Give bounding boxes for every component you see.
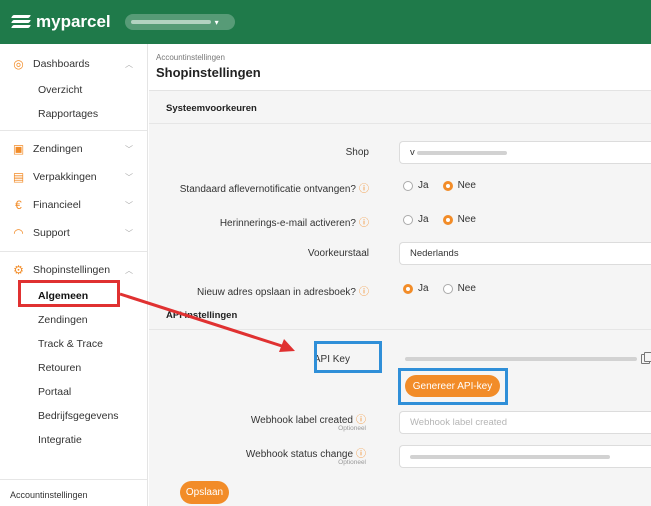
notification-label: Standaard aflevernotificatie ontvangen? ⓘ — [179, 184, 369, 195]
api-key-highlight — [314, 341, 382, 373]
main-content: Accountinstellingen Shopinstellingen Sys… — [149, 44, 651, 506]
page-title: Shopinstellingen — [156, 65, 261, 80]
generate-api-key-highlight — [398, 368, 508, 405]
shop-selector-value — [130, 20, 211, 24]
api-key-value[interactable] — [405, 352, 651, 364]
sidebar-item-retouren[interactable]: Retouren — [0, 356, 147, 380]
webhook-created-input[interactable] — [399, 411, 651, 434]
sidebar-item-rapportages[interactable]: Rapportages — [0, 102, 147, 126]
headset-icon: ◠ — [13, 225, 24, 240]
webhook-created-optional: Optioneel — [338, 425, 366, 432]
logo[interactable]: myparcel — [10, 12, 111, 32]
chevron-up-icon: ︿ — [125, 59, 133, 69]
notification-yes-radio[interactable]: Ja — [403, 180, 429, 191]
shop-selector[interactable]: ▾ — [124, 14, 235, 30]
language-select-value: Nederlands — [410, 248, 459, 259]
reminder-yes-radio[interactable]: Ja — [403, 214, 429, 225]
package-icon: ▤ — [12, 169, 25, 184]
info-icon[interactable]: ⓘ — [359, 218, 369, 229]
sidebar: ◎ Dashboards ︿ Overzicht Rapportages ▣ Z… — [0, 44, 148, 506]
chevron-down-icon: ﹀ — [125, 228, 133, 238]
sidebar-item-dashboards[interactable]: ◎ Dashboards ︿ — [0, 50, 147, 78]
sidebar-item-integratie[interactable]: Integratie — [0, 428, 147, 452]
breadcrumb[interactable]: Accountinstellingen — [156, 53, 651, 62]
info-icon[interactable]: ⓘ — [359, 184, 369, 195]
gear-icon: ⚙ — [13, 262, 24, 277]
section-title-system: Systeemvoorkeuren — [166, 103, 257, 114]
webhook-status-label: Webhook status change ⓘ — [245, 449, 366, 460]
notification-no-radio[interactable]: Nee — [442, 180, 476, 191]
algemeen-highlight — [18, 280, 120, 307]
webhook-created-label: Webhook label created ⓘ — [250, 415, 366, 426]
box-icon: ▣ — [12, 141, 25, 156]
chevron-down-icon: ﹀ — [125, 172, 133, 182]
sidebar-item-verpakkingen[interactable]: ▤ Verpakkingen ﹀ — [0, 163, 147, 191]
sidebar-item-portaal[interactable]: Portaal — [0, 380, 147, 404]
divider — [0, 130, 147, 131]
logo-icon — [10, 15, 32, 29]
chevron-down-icon: ﹀ — [125, 144, 133, 154]
notification-radio-group: Ja Nee — [403, 180, 490, 191]
save-address-label: Nieuw adres opslaan in adresboek? ⓘ — [197, 287, 369, 298]
euro-icon: € — [15, 197, 22, 212]
sidebar-item-financieel[interactable]: € Financieel ﹀ — [0, 191, 147, 219]
chevron-down-icon: ﹀ — [125, 200, 133, 210]
reminder-no-radio[interactable]: Nee — [442, 214, 476, 225]
sidebar-item-track-trace[interactable]: Track & Trace — [0, 332, 147, 356]
save-address-no-radio[interactable]: Nee — [442, 283, 476, 294]
shop-field-value: v — [410, 147, 415, 158]
logo-text: myparcel — [36, 12, 111, 31]
webhook-status-optional: Optioneel — [338, 459, 366, 466]
webhook-status-input[interactable] — [399, 445, 651, 468]
sidebar-item-zendingen[interactable]: ▣ Zendingen ﹀ — [0, 135, 147, 163]
shop-field[interactable]: v — [399, 141, 651, 164]
reminder-radio-group: Ja Nee — [403, 214, 490, 225]
divider — [149, 123, 651, 124]
save-button[interactable]: Opslaan — [180, 481, 229, 504]
divider — [149, 329, 651, 330]
dashboard-icon: ◎ — [13, 56, 24, 71]
page-header: Accountinstellingen Shopinstellingen — [149, 44, 651, 91]
save-address-yes-radio[interactable]: Ja — [403, 283, 429, 294]
sidebar-item-support[interactable]: ◠ Support ﹀ — [0, 219, 147, 247]
reminder-label: Herinnerings-e-mail activeren? ⓘ — [219, 218, 369, 229]
divider — [0, 479, 147, 480]
save-address-radio-group: Ja Nee — [403, 283, 490, 294]
language-select[interactable]: Nederlands — [399, 242, 651, 265]
sidebar-item-bedrijfsgegevens[interactable]: Bedrijfsgegevens — [0, 404, 147, 428]
copy-icon[interactable] — [641, 352, 651, 364]
sidebar-footer-account-settings[interactable]: Accountinstellingen — [10, 490, 88, 500]
info-icon[interactable]: ⓘ — [359, 287, 369, 298]
sidebar-item-overzicht[interactable]: Overzicht — [0, 78, 147, 102]
shop-label: Shop — [345, 147, 369, 158]
top-bar: myparcel ▾ — [0, 0, 651, 44]
section-title-api: API instellingen — [166, 310, 238, 321]
sidebar-item-zendingen-settings[interactable]: Zendingen — [0, 308, 147, 332]
chevron-up-icon: ︿ — [125, 265, 133, 275]
language-label: Voorkeurstaal — [307, 248, 369, 259]
divider — [0, 251, 147, 252]
chevron-down-icon: ▾ — [214, 17, 219, 27]
